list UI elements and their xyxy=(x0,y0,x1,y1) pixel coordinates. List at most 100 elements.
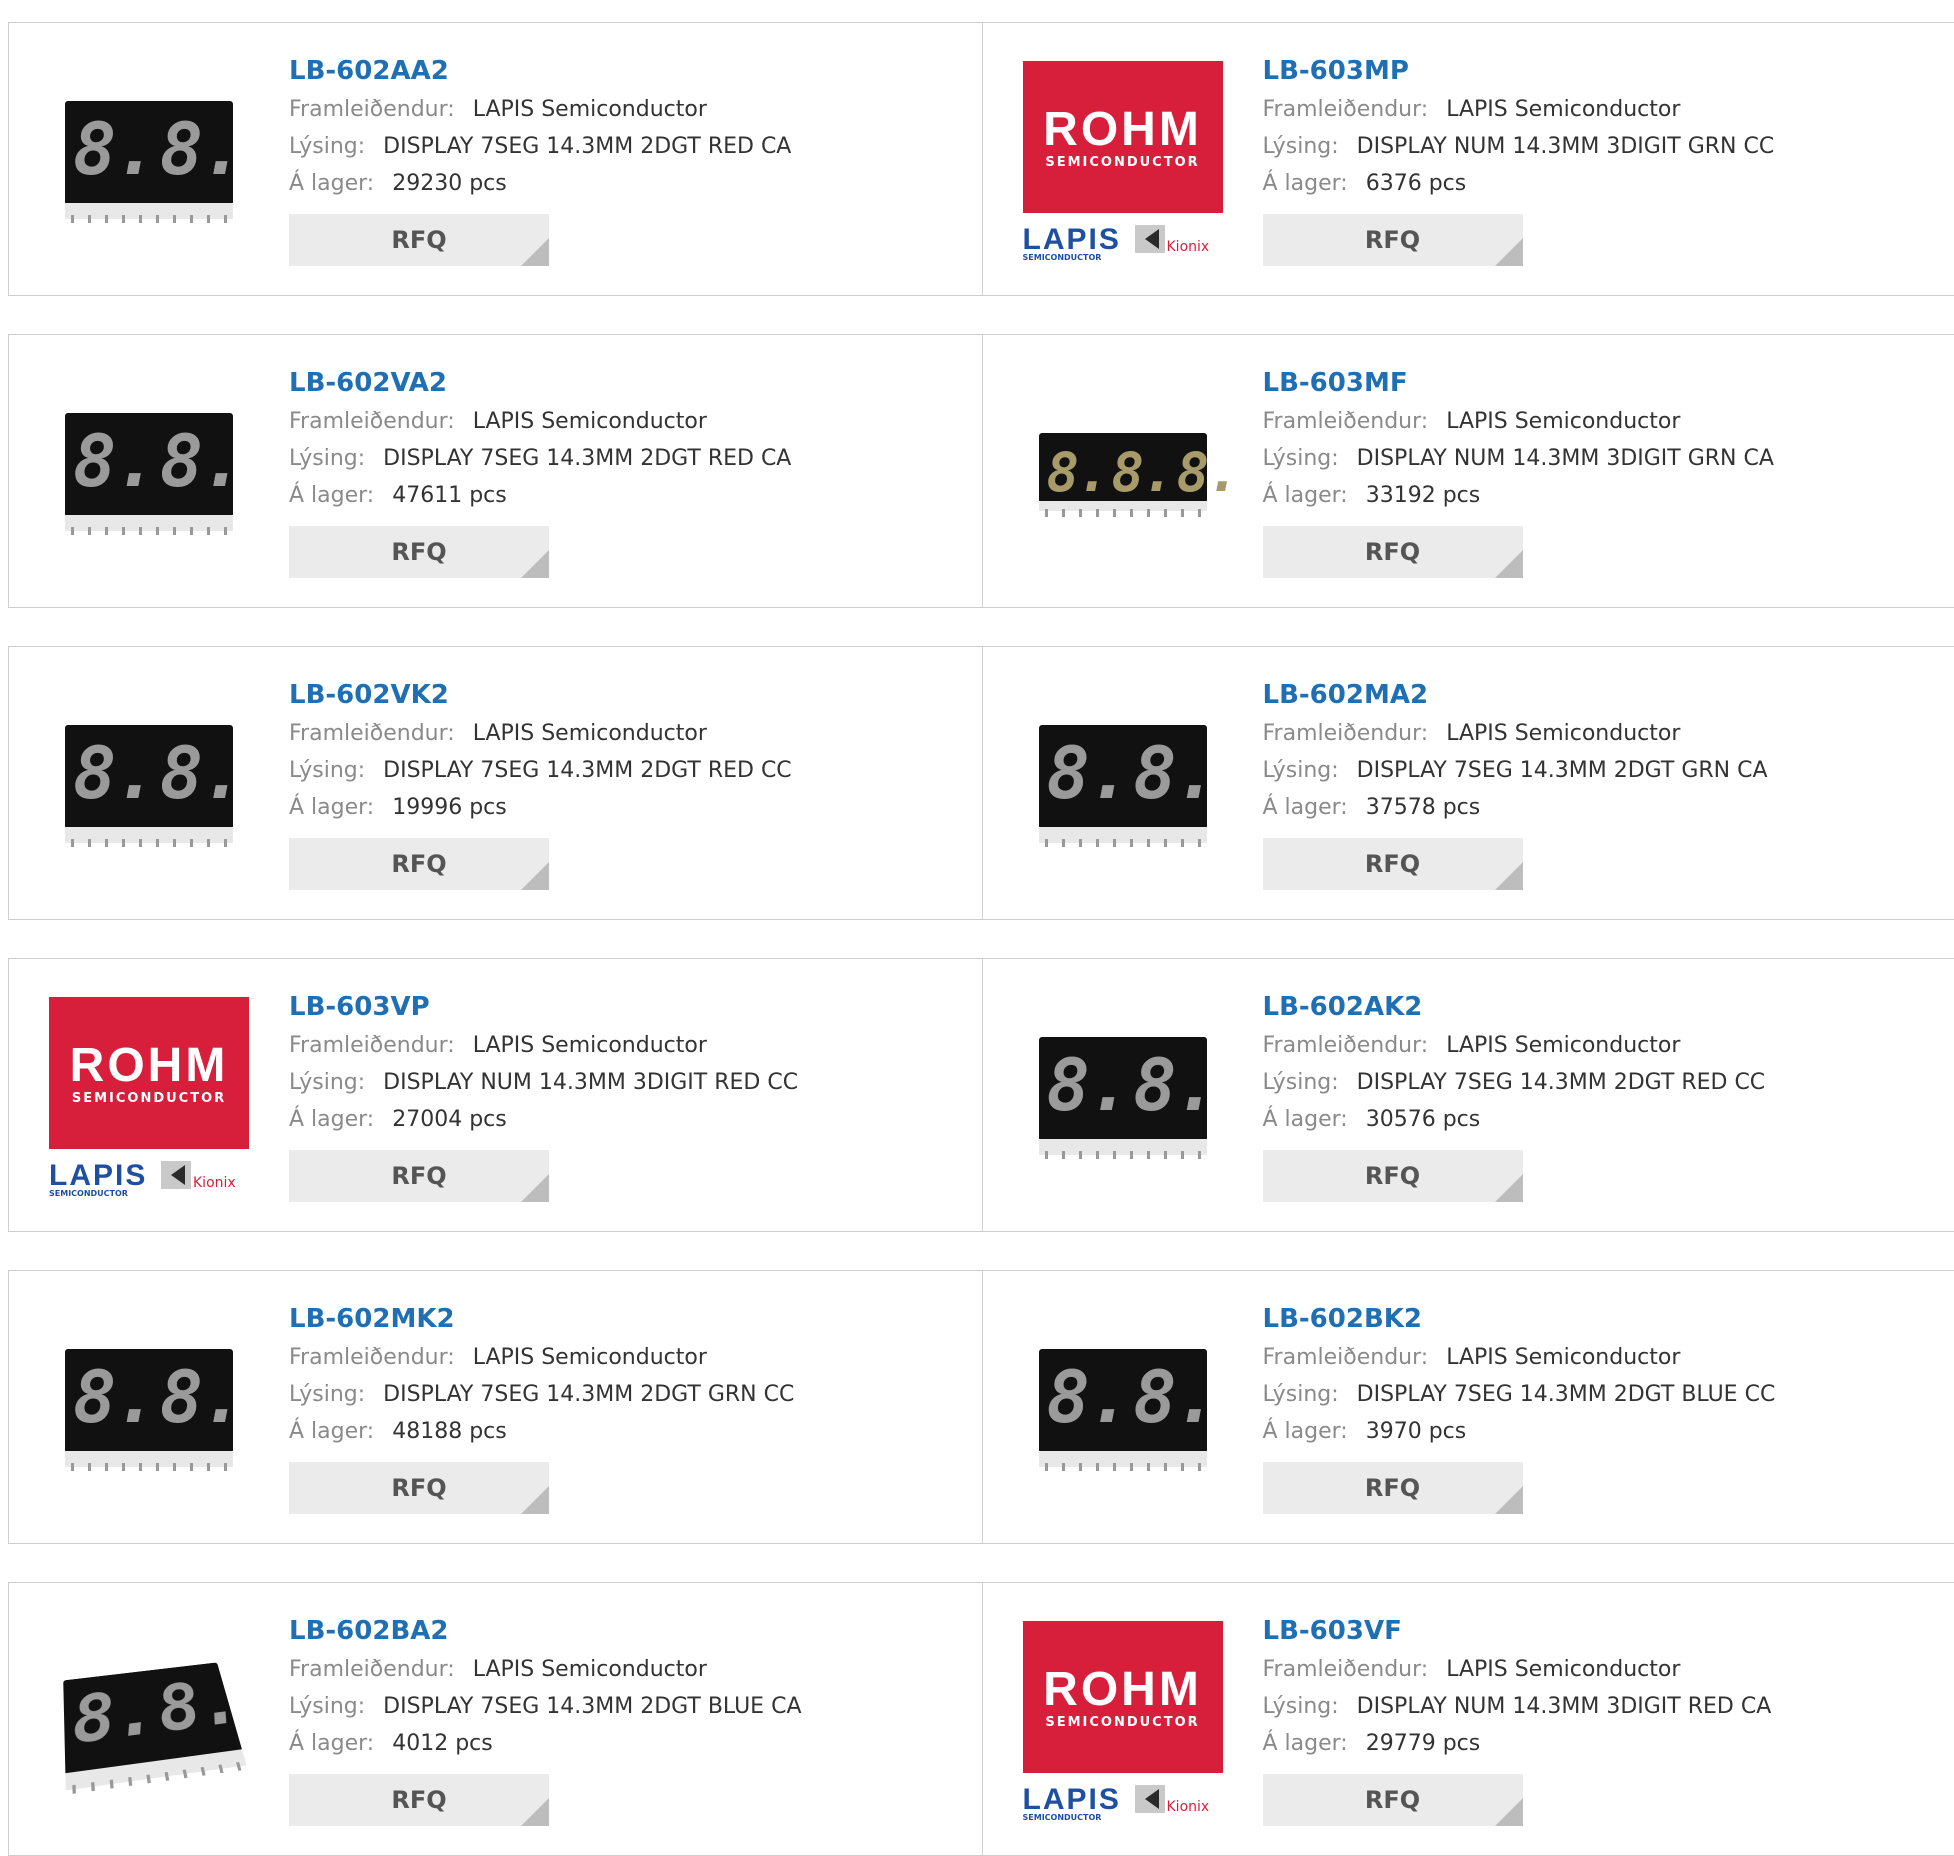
product-title-link[interactable]: LB-603MP xyxy=(1263,53,1775,91)
display-digit: 8. xyxy=(73,111,156,187)
rfq-button[interactable]: RFQ xyxy=(289,1150,549,1202)
stock-value: 47611 pcs xyxy=(392,483,507,508)
display-digit: 8. xyxy=(160,735,243,811)
manufacturer-value: LAPIS Semiconductor xyxy=(1446,721,1680,746)
manufacturer-value: LAPIS Semiconductor xyxy=(473,97,707,122)
stock-label: Á lager: xyxy=(289,171,374,196)
manufacturer-line: Framleiðendur:LAPIS Semiconductor xyxy=(1263,91,1775,128)
manufacturer-value: LAPIS Semiconductor xyxy=(473,1345,707,1370)
product-image[interactable]: ROHM SEMICONDUCTOR LAPIS SEMICONDUCTOR K… xyxy=(49,997,249,1197)
rfq-button[interactable]: RFQ xyxy=(1263,1774,1523,1826)
product-title-link[interactable]: LB-602BK2 xyxy=(1263,1301,1776,1339)
product-image[interactable]: 8. 8. xyxy=(1023,1309,1223,1509)
rfq-button[interactable]: RFQ xyxy=(1263,1150,1523,1202)
product-image[interactable]: ROHM SEMICONDUCTOR LAPIS SEMICONDUCTOR K… xyxy=(1023,61,1223,261)
display-digit: 8. xyxy=(71,1678,160,1755)
description-value: DISPLAY NUM 14.3MM 3DIGIT GRN CC xyxy=(1357,134,1775,159)
manufacturer-line: Framleiðendur:LAPIS Semiconductor xyxy=(1263,1027,1766,1064)
description-line: Lýsing:DISPLAY NUM 14.3MM 3DIGIT GRN CC xyxy=(1263,128,1775,165)
rfq-button[interactable]: RFQ xyxy=(1263,1462,1523,1514)
product-title-link[interactable]: LB-603MF xyxy=(1263,365,1774,403)
rfq-button[interactable]: RFQ xyxy=(289,1462,549,1514)
manufacturer-label: Framleiðendur: xyxy=(1263,1033,1429,1058)
product-image[interactable]: 8. 8. 8. xyxy=(1023,373,1223,573)
manufacturer-line: Framleiðendur:LAPIS Semiconductor xyxy=(1263,403,1774,440)
product-card: 8. 8. LB-602BK2 Framleiðendur:LAPIS Semi… xyxy=(982,1271,1954,1543)
product-card: 8. 8. 8. LB-603MF Framleiðendur:LAPIS Se… xyxy=(982,335,1954,607)
product-image[interactable]: 8. 8. xyxy=(49,685,249,885)
seven-segment-display-image: 8. 8. xyxy=(1039,1339,1207,1479)
product-title-link[interactable]: LB-602VK2 xyxy=(289,677,792,715)
manufacturer-label: Framleiðendur: xyxy=(289,1657,455,1682)
product-card: 8. 8. LB-602VK2 Framleiðendur:LAPIS Semi… xyxy=(9,647,982,919)
product-card: 8. 8. LB-602VA2 Framleiðendur:LAPIS Semi… xyxy=(9,335,982,607)
product-image[interactable]: 8. 8. xyxy=(49,373,249,573)
manufacturer-value: LAPIS Semiconductor xyxy=(1446,409,1680,434)
rfq-button[interactable]: RFQ xyxy=(289,838,549,890)
description-label: Lýsing: xyxy=(289,446,365,471)
description-line: Lýsing: DISPLAY 7SEG 14.3MM 2DGT GRN CA xyxy=(1263,752,1768,789)
description-label: Lýsing: xyxy=(1263,758,1339,783)
description-value: DISPLAY 7SEG 14.3MM 2DGT GRN CA xyxy=(1357,758,1768,783)
product-image[interactable]: ROHM SEMICONDUCTOR LAPIS SEMICONDUCTOR K… xyxy=(1023,1621,1223,1821)
manufacturer-label: Framleiðendur: xyxy=(1263,1657,1429,1682)
product-image[interactable]: 8. 8. xyxy=(49,1621,249,1821)
rfq-button[interactable]: RFQ xyxy=(289,1774,549,1826)
product-image[interactable]: 8. 8. xyxy=(1023,997,1223,1197)
product-title-link[interactable]: LB-602VA2 xyxy=(289,365,791,403)
product-row: 8. 8. LB-602BA2 Framleiðendur: LAPIS Semi… xyxy=(8,1582,1954,1856)
manufacturer-value: LAPIS Semiconductor xyxy=(1446,1345,1680,1370)
product-info: LB-602AK2 Framleiðendur:LAPIS Semiconduc… xyxy=(1263,989,1766,1202)
display-digit: 8. xyxy=(1133,735,1216,811)
product-title-link[interactable]: LB-603VP xyxy=(289,989,798,1027)
rfq-button[interactable]: RFQ xyxy=(289,526,549,578)
product-title-link[interactable]: LB-602BA2 xyxy=(289,1613,802,1651)
product-info: LB-603VP Framleiðendur:LAPIS Semiconduct… xyxy=(289,989,798,1202)
rfq-button[interactable]: RFQ xyxy=(1263,214,1523,266)
stock-label: Á lager: xyxy=(289,483,374,508)
description-value: DISPLAY NUM 14.3MM 3DIGIT RED CA xyxy=(1357,1694,1772,1719)
product-info: LB-603VF Framleiðendur:LAPIS Semiconduct… xyxy=(1263,1613,1772,1826)
stock-line: Á lager:3970 pcs xyxy=(1263,1413,1776,1450)
display-digit: 8. xyxy=(1047,1359,1130,1435)
product-info: LB-602MK2 Framleiðendur:LAPIS Semiconduc… xyxy=(289,1301,794,1514)
stock-line: Á lager:27004 pcs xyxy=(289,1101,798,1138)
product-title-link[interactable]: LB-602AA2 xyxy=(289,53,791,91)
display-digit: 8. xyxy=(1133,1359,1216,1435)
stock-line: Á lager:37578 pcs xyxy=(1263,789,1768,826)
manufacturer-value: LAPIS Semiconductor xyxy=(473,409,707,434)
stock-line: Á lager: 47611 pcs xyxy=(289,477,791,514)
stock-label: Á lager: xyxy=(1263,1107,1348,1132)
stock-line: Á lager:29230 pcs xyxy=(289,165,791,202)
description-value: DISPLAY 7SEG 14.3MM 2DGT RED CA xyxy=(383,446,791,471)
stock-value: 6376 pcs xyxy=(1366,171,1467,196)
product-title-link[interactable]: LB-602MA2 xyxy=(1263,677,1768,715)
seven-segment-display-image: 8. 8. xyxy=(65,1339,233,1479)
stock-label: Á lager: xyxy=(289,795,374,820)
rfq-button[interactable]: RFQ xyxy=(1263,526,1523,578)
stock-line: Á lager:19996 pcs xyxy=(289,789,792,826)
description-line: Lýsing:DISPLAY 7SEG 14.3MM 2DGT GRN CC xyxy=(289,1376,794,1413)
product-card: ROHM SEMICONDUCTOR LAPIS SEMICONDUCTOR K… xyxy=(982,1583,1954,1855)
product-image[interactable]: 8. 8. xyxy=(1023,685,1223,885)
description-line: Lýsing:DISPLAY 7SEG 14.3MM 2DGT RED CC xyxy=(289,752,792,789)
product-title-link[interactable]: LB-602MK2 xyxy=(289,1301,794,1339)
product-info: LB-602BK2 Framleiðendur:LAPIS Semiconduc… xyxy=(1263,1301,1776,1514)
rohm-subtitle: SEMICONDUCTOR xyxy=(1023,1715,1223,1730)
product-image[interactable]: 8. 8. xyxy=(49,1309,249,1509)
lapis-wordmark: LAPIS xyxy=(49,1159,147,1193)
product-title-link[interactable]: LB-602AK2 xyxy=(1263,989,1766,1027)
rohm-logo: ROHM SEMICONDUCTOR xyxy=(1023,61,1223,213)
product-title-link[interactable]: LB-603VF xyxy=(1263,1613,1772,1651)
product-row: 8. 8. LB-602AA2 Framleiðendur:LAPIS Semi… xyxy=(8,22,1954,296)
rfq-button[interactable]: RFQ xyxy=(289,214,549,266)
rfq-button[interactable]: RFQ xyxy=(1263,838,1523,890)
product-image[interactable]: 8. 8. xyxy=(49,61,249,261)
description-line: Lýsing:DISPLAY NUM 14.3MM 3DIGIT RED CC xyxy=(289,1064,798,1101)
lapis-subtitle: SEMICONDUCTOR xyxy=(1023,1813,1102,1822)
description-value: DISPLAY 7SEG 14.3MM 2DGT GRN CC xyxy=(383,1382,794,1407)
display-digit: 8. xyxy=(73,1359,156,1435)
manufacturer-line: Framleiðendur:LAPIS Semiconductor xyxy=(1263,1339,1776,1376)
stock-label: Á lager: xyxy=(1263,795,1348,820)
manufacturer-value: LAPIS Semiconductor xyxy=(473,1657,707,1682)
